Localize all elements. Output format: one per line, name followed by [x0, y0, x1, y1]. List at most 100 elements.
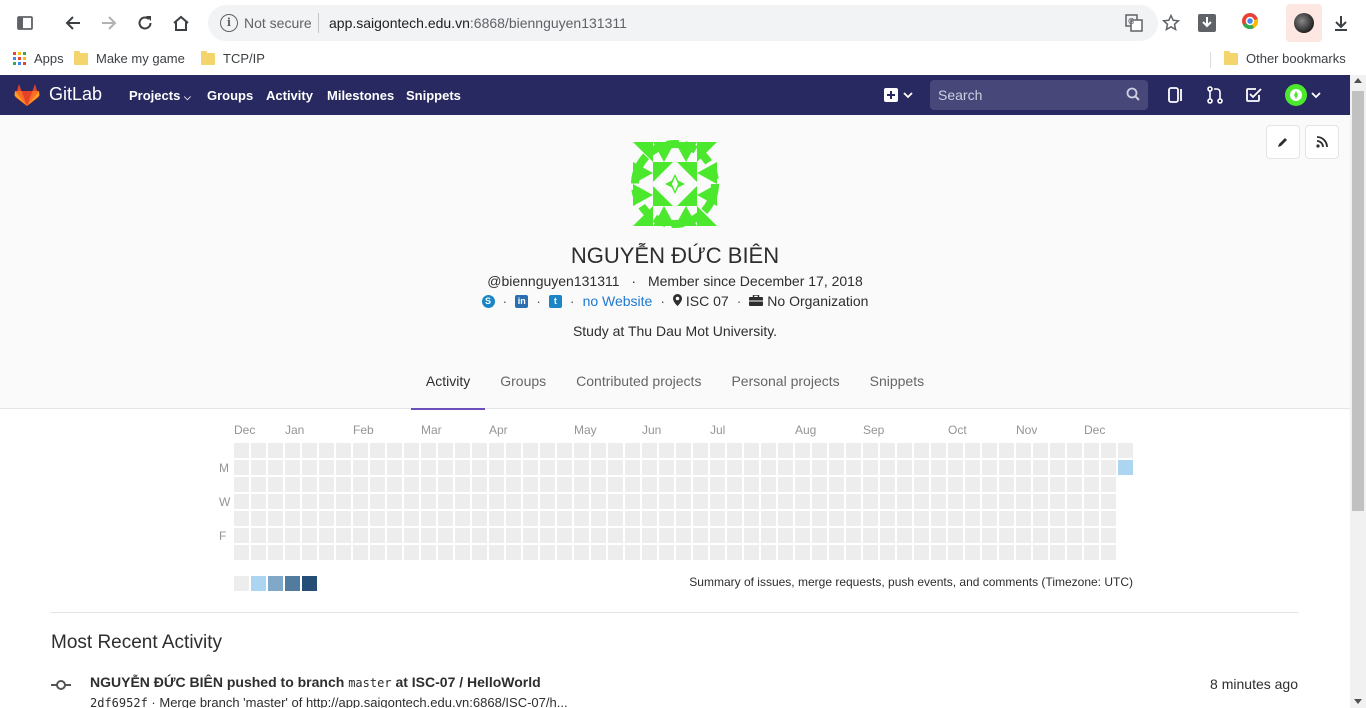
reload-icon[interactable] [132, 10, 158, 36]
calendar-day[interactable] [455, 545, 470, 560]
home-icon[interactable] [168, 10, 194, 36]
calendar-day[interactable] [251, 528, 266, 543]
calendar-day[interactable] [931, 460, 946, 475]
calendar-day[interactable] [387, 443, 402, 458]
calendar-day[interactable] [506, 494, 521, 509]
calendar-day[interactable] [642, 494, 657, 509]
calendar-day[interactable] [1101, 528, 1116, 543]
calendar-day[interactable] [676, 460, 691, 475]
calendar-day[interactable] [540, 545, 555, 560]
calendar-day[interactable] [1033, 460, 1048, 475]
calendar-day[interactable] [880, 528, 895, 543]
calendar-day[interactable] [812, 460, 827, 475]
calendar-day[interactable] [965, 528, 980, 543]
calendar-day[interactable] [489, 511, 504, 526]
merge-requests-icon[interactable] [1205, 85, 1225, 105]
calendar-day[interactable] [914, 545, 929, 560]
calendar-day[interactable] [302, 460, 317, 475]
calendar-day[interactable] [1067, 545, 1082, 560]
bookmark-other[interactable]: Other bookmarks [1224, 50, 1346, 66]
calendar-day[interactable] [795, 443, 810, 458]
calendar-day[interactable] [625, 460, 640, 475]
calendar-day[interactable] [608, 511, 623, 526]
tab-activity[interactable]: Activity [410, 359, 486, 410]
calendar-day[interactable] [1084, 460, 1099, 475]
calendar-day[interactable] [897, 528, 912, 543]
calendar-day[interactable] [829, 443, 844, 458]
calendar-day[interactable] [1067, 528, 1082, 543]
calendar-day[interactable] [1084, 494, 1099, 509]
calendar-day[interactable] [727, 528, 742, 543]
calendar-day[interactable] [353, 545, 368, 560]
todos-icon[interactable] [1244, 85, 1264, 105]
calendar-day[interactable] [438, 477, 453, 492]
calendar-day[interactable] [404, 477, 419, 492]
calendar-day[interactable] [336, 528, 351, 543]
linkedin-icon[interactable]: in [515, 294, 529, 308]
info-icon[interactable]: i [220, 14, 238, 32]
calendar-day[interactable] [948, 477, 963, 492]
calendar-day[interactable] [829, 545, 844, 560]
calendar-day[interactable] [438, 443, 453, 458]
calendar-day[interactable] [693, 545, 708, 560]
calendar-day[interactable] [863, 494, 878, 509]
calendar-day[interactable] [302, 477, 317, 492]
calendar-day[interactable] [1067, 477, 1082, 492]
calendar-day[interactable] [251, 545, 266, 560]
calendar-day[interactable] [370, 477, 385, 492]
chrome-extension-icon[interactable] [1240, 11, 1264, 35]
calendar-day[interactable] [1084, 511, 1099, 526]
calendar-day[interactable] [557, 545, 572, 560]
calendar-day[interactable] [404, 545, 419, 560]
nav-groups[interactable]: Groups [207, 88, 253, 103]
commit-sha[interactable]: 2df6952f [90, 696, 148, 708]
calendar-day[interactable] [761, 477, 776, 492]
calendar-day[interactable] [1084, 477, 1099, 492]
calendar-day[interactable] [829, 494, 844, 509]
calendar-day[interactable] [591, 511, 606, 526]
calendar-day[interactable] [880, 545, 895, 560]
calendar-day[interactable] [591, 545, 606, 560]
calendar-day[interactable] [778, 460, 793, 475]
calendar-day[interactable] [965, 511, 980, 526]
calendar-day[interactable] [761, 460, 776, 475]
calendar-day[interactable] [387, 477, 402, 492]
calendar-day[interactable] [608, 460, 623, 475]
calendar-day[interactable] [387, 511, 402, 526]
calendar-day[interactable] [472, 494, 487, 509]
calendar-day[interactable] [710, 528, 725, 543]
calendar-day[interactable] [438, 528, 453, 543]
calendar-day[interactable] [387, 494, 402, 509]
calendar-day[interactable] [234, 460, 249, 475]
gitlab-brand[interactable]: GitLab [49, 84, 102, 105]
calendar-day[interactable] [1016, 460, 1031, 475]
calendar-day[interactable] [268, 460, 283, 475]
calendar-day[interactable] [557, 511, 572, 526]
calendar-day[interactable] [982, 477, 997, 492]
calendar-day[interactable] [285, 545, 300, 560]
calendar-day[interactable] [574, 545, 589, 560]
calendar-day[interactable] [319, 443, 334, 458]
calendar-day[interactable] [659, 494, 674, 509]
calendar-day[interactable] [812, 545, 827, 560]
gitlab-logo-icon[interactable] [14, 83, 40, 107]
calendar-day[interactable] [472, 443, 487, 458]
calendar-day[interactable] [1016, 494, 1031, 509]
calendar-day[interactable] [1016, 545, 1031, 560]
calendar-day[interactable] [744, 528, 759, 543]
scroll-down-icon[interactable] [1354, 699, 1362, 704]
calendar-day[interactable] [948, 528, 963, 543]
calendar-day[interactable] [710, 477, 725, 492]
tab-groups[interactable]: Groups [485, 359, 561, 409]
calendar-day[interactable] [438, 545, 453, 560]
calendar-day[interactable] [1016, 443, 1031, 458]
calendar-day[interactable] [523, 443, 538, 458]
calendar-day[interactable] [914, 528, 929, 543]
calendar-day[interactable] [540, 511, 555, 526]
search-icon[interactable] [1126, 87, 1140, 101]
calendar-day[interactable] [778, 528, 793, 543]
calendar-day[interactable] [319, 528, 334, 543]
calendar-day[interactable] [676, 477, 691, 492]
issues-icon[interactable] [1166, 85, 1186, 105]
calendar-day[interactable] [557, 460, 572, 475]
